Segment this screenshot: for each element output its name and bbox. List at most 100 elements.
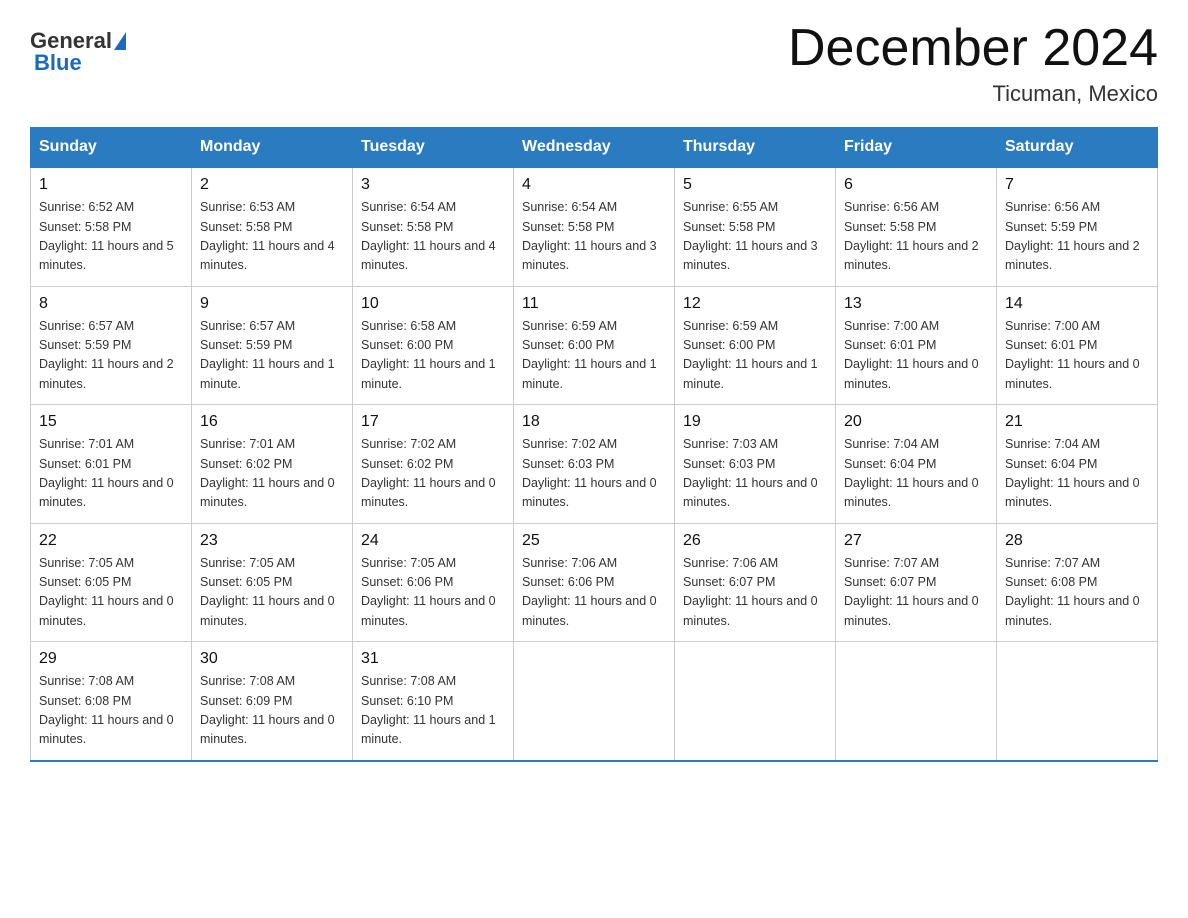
day-info: Sunrise: 6:55 AMSunset: 5:58 PMDaylight:… <box>683 198 827 276</box>
day-number: 27 <box>844 532 988 550</box>
day-info: Sunrise: 6:57 AMSunset: 5:59 PMDaylight:… <box>200 317 344 395</box>
day-header-friday: Friday <box>836 128 997 168</box>
day-info: Sunrise: 6:59 AMSunset: 6:00 PMDaylight:… <box>522 317 666 395</box>
day-number: 19 <box>683 413 827 431</box>
calendar-cell: 20Sunrise: 7:04 AMSunset: 6:04 PMDayligh… <box>836 405 997 524</box>
calendar-header: SundayMondayTuesdayWednesdayThursdayFrid… <box>31 128 1158 168</box>
calendar-cell: 1 Sunrise: 6:52 AMSunset: 5:58 PMDaylight… <box>31 167 192 286</box>
day-number: 28 <box>1005 532 1149 550</box>
calendar-cell: 19 Sunrise: 7:03 AMSunset: 6:03 PMDayligh… <box>675 405 836 524</box>
day-info: Sunrise: 7:01 AMSunset: 6:02 PMDaylight:… <box>200 435 344 513</box>
day-number: 9 <box>200 295 344 313</box>
calendar-cell: 17 Sunrise: 7:02 AMSunset: 6:02 PMDayligh… <box>353 405 514 524</box>
day-info: Sunrise: 6:56 AMSunset: 5:59 PMDaylight:… <box>1005 198 1149 276</box>
day-number: 1 <box>39 176 183 194</box>
calendar-cell: 9 Sunrise: 6:57 AMSunset: 5:59 PMDaylight… <box>192 286 353 405</box>
day-info: Sunrise: 7:05 AMSunset: 6:05 PMDaylight:… <box>39 554 183 632</box>
location-text: Ticuman, Mexico <box>788 81 1158 107</box>
day-info: Sunrise: 7:08 AMSunset: 6:10 PMDaylight:… <box>361 672 505 750</box>
day-number: 16 <box>200 413 344 431</box>
day-number: 21 <box>1005 413 1149 431</box>
day-number: 31 <box>361 650 505 668</box>
day-header-sunday: Sunday <box>31 128 192 168</box>
day-info: Sunrise: 7:04 AMSunset: 6:04 PMDaylight:… <box>1005 435 1149 513</box>
day-number: 18 <box>522 413 666 431</box>
day-info: Sunrise: 7:05 AMSunset: 6:05 PMDaylight:… <box>200 554 344 632</box>
calendar-cell: 26Sunrise: 7:06 AMSunset: 6:07 PMDayligh… <box>675 523 836 642</box>
day-number: 24 <box>361 532 505 550</box>
calendar-cell <box>836 642 997 761</box>
calendar-table: SundayMondayTuesdayWednesdayThursdayFrid… <box>30 127 1158 762</box>
day-info: Sunrise: 7:01 AMSunset: 6:01 PMDaylight:… <box>39 435 183 513</box>
day-number: 11 <box>522 295 666 313</box>
week-row-5: 29Sunrise: 7:08 AMSunset: 6:08 PMDayligh… <box>31 642 1158 761</box>
day-info: Sunrise: 7:00 AMSunset: 6:01 PMDaylight:… <box>1005 317 1149 395</box>
day-info: Sunrise: 7:03 AMSunset: 6:03 PMDaylight:… <box>683 435 827 513</box>
calendar-cell: 28 Sunrise: 7:07 AMSunset: 6:08 PMDayligh… <box>997 523 1158 642</box>
calendar-cell: 24 Sunrise: 7:05 AMSunset: 6:06 PMDayligh… <box>353 523 514 642</box>
day-number: 15 <box>39 413 183 431</box>
day-number: 14 <box>1005 295 1149 313</box>
day-info: Sunrise: 6:56 AMSunset: 5:58 PMDaylight:… <box>844 198 988 276</box>
calendar-cell: 18 Sunrise: 7:02 AMSunset: 6:03 PMDayligh… <box>514 405 675 524</box>
day-info: Sunrise: 6:58 AMSunset: 6:00 PMDaylight:… <box>361 317 505 395</box>
day-header-monday: Monday <box>192 128 353 168</box>
day-number: 12 <box>683 295 827 313</box>
day-number: 4 <box>522 176 666 194</box>
day-info: Sunrise: 7:02 AMSunset: 6:03 PMDaylight:… <box>522 435 666 513</box>
week-row-4: 22Sunrise: 7:05 AMSunset: 6:05 PMDayligh… <box>31 523 1158 642</box>
day-number: 5 <box>683 176 827 194</box>
logo: General Blue <box>30 28 128 76</box>
calendar-cell: 3 Sunrise: 6:54 AMSunset: 5:58 PMDaylight… <box>353 167 514 286</box>
month-title: December 2024 <box>788 20 1158 77</box>
week-row-1: 1 Sunrise: 6:52 AMSunset: 5:58 PMDaylight… <box>31 167 1158 286</box>
day-header-wednesday: Wednesday <box>514 128 675 168</box>
logo-triangle-icon <box>114 32 126 50</box>
page-header: General Blue December 2024 Ticuman, Mexi… <box>30 20 1158 107</box>
day-info: Sunrise: 6:52 AMSunset: 5:58 PMDaylight:… <box>39 198 183 276</box>
day-info: Sunrise: 7:07 AMSunset: 6:07 PMDaylight:… <box>844 554 988 632</box>
day-info: Sunrise: 7:08 AMSunset: 6:09 PMDaylight:… <box>200 672 344 750</box>
day-header-tuesday: Tuesday <box>353 128 514 168</box>
day-number: 29 <box>39 650 183 668</box>
day-number: 23 <box>200 532 344 550</box>
day-number: 2 <box>200 176 344 194</box>
logo-blue-text: Blue <box>30 50 82 76</box>
calendar-cell: 31 Sunrise: 7:08 AMSunset: 6:10 PMDayligh… <box>353 642 514 761</box>
day-info: Sunrise: 7:07 AMSunset: 6:08 PMDaylight:… <box>1005 554 1149 632</box>
day-header-saturday: Saturday <box>997 128 1158 168</box>
calendar-cell: 11 Sunrise: 6:59 AMSunset: 6:00 PMDayligh… <box>514 286 675 405</box>
calendar-cell: 6 Sunrise: 6:56 AMSunset: 5:58 PMDaylight… <box>836 167 997 286</box>
day-info: Sunrise: 6:54 AMSunset: 5:58 PMDaylight:… <box>361 198 505 276</box>
calendar-cell: 4Sunrise: 6:54 AMSunset: 5:58 PMDaylight… <box>514 167 675 286</box>
calendar-cell: 30Sunrise: 7:08 AMSunset: 6:09 PMDayligh… <box>192 642 353 761</box>
day-header-thursday: Thursday <box>675 128 836 168</box>
day-number: 10 <box>361 295 505 313</box>
title-block: December 2024 Ticuman, Mexico <box>788 20 1158 107</box>
calendar-cell: 29Sunrise: 7:08 AMSunset: 6:08 PMDayligh… <box>31 642 192 761</box>
calendar-cell: 16 Sunrise: 7:01 AMSunset: 6:02 PMDayligh… <box>192 405 353 524</box>
day-number: 20 <box>844 413 988 431</box>
day-number: 3 <box>361 176 505 194</box>
day-number: 6 <box>844 176 988 194</box>
week-row-2: 8Sunrise: 6:57 AMSunset: 5:59 PMDaylight… <box>31 286 1158 405</box>
day-info: Sunrise: 7:05 AMSunset: 6:06 PMDaylight:… <box>361 554 505 632</box>
calendar-cell: 14 Sunrise: 7:00 AMSunset: 6:01 PMDayligh… <box>997 286 1158 405</box>
calendar-cell <box>997 642 1158 761</box>
calendar-cell: 21 Sunrise: 7:04 AMSunset: 6:04 PMDayligh… <box>997 405 1158 524</box>
day-number: 7 <box>1005 176 1149 194</box>
calendar-cell: 5 Sunrise: 6:55 AMSunset: 5:58 PMDaylight… <box>675 167 836 286</box>
calendar-cell: 22Sunrise: 7:05 AMSunset: 6:05 PMDayligh… <box>31 523 192 642</box>
calendar-cell: 15 Sunrise: 7:01 AMSunset: 6:01 PMDayligh… <box>31 405 192 524</box>
day-info: Sunrise: 7:02 AMSunset: 6:02 PMDaylight:… <box>361 435 505 513</box>
day-number: 17 <box>361 413 505 431</box>
calendar-cell: 10 Sunrise: 6:58 AMSunset: 6:00 PMDayligh… <box>353 286 514 405</box>
day-info: Sunrise: 6:57 AMSunset: 5:59 PMDaylight:… <box>39 317 183 395</box>
calendar-cell <box>675 642 836 761</box>
calendar-cell: 7 Sunrise: 6:56 AMSunset: 5:59 PMDaylight… <box>997 167 1158 286</box>
calendar-cell: 8Sunrise: 6:57 AMSunset: 5:59 PMDaylight… <box>31 286 192 405</box>
calendar-cell: 27 Sunrise: 7:07 AMSunset: 6:07 PMDayligh… <box>836 523 997 642</box>
calendar-cell: 25Sunrise: 7:06 AMSunset: 6:06 PMDayligh… <box>514 523 675 642</box>
calendar-cell: 12Sunrise: 6:59 AMSunset: 6:00 PMDayligh… <box>675 286 836 405</box>
day-info: Sunrise: 7:00 AMSunset: 6:01 PMDaylight:… <box>844 317 988 395</box>
